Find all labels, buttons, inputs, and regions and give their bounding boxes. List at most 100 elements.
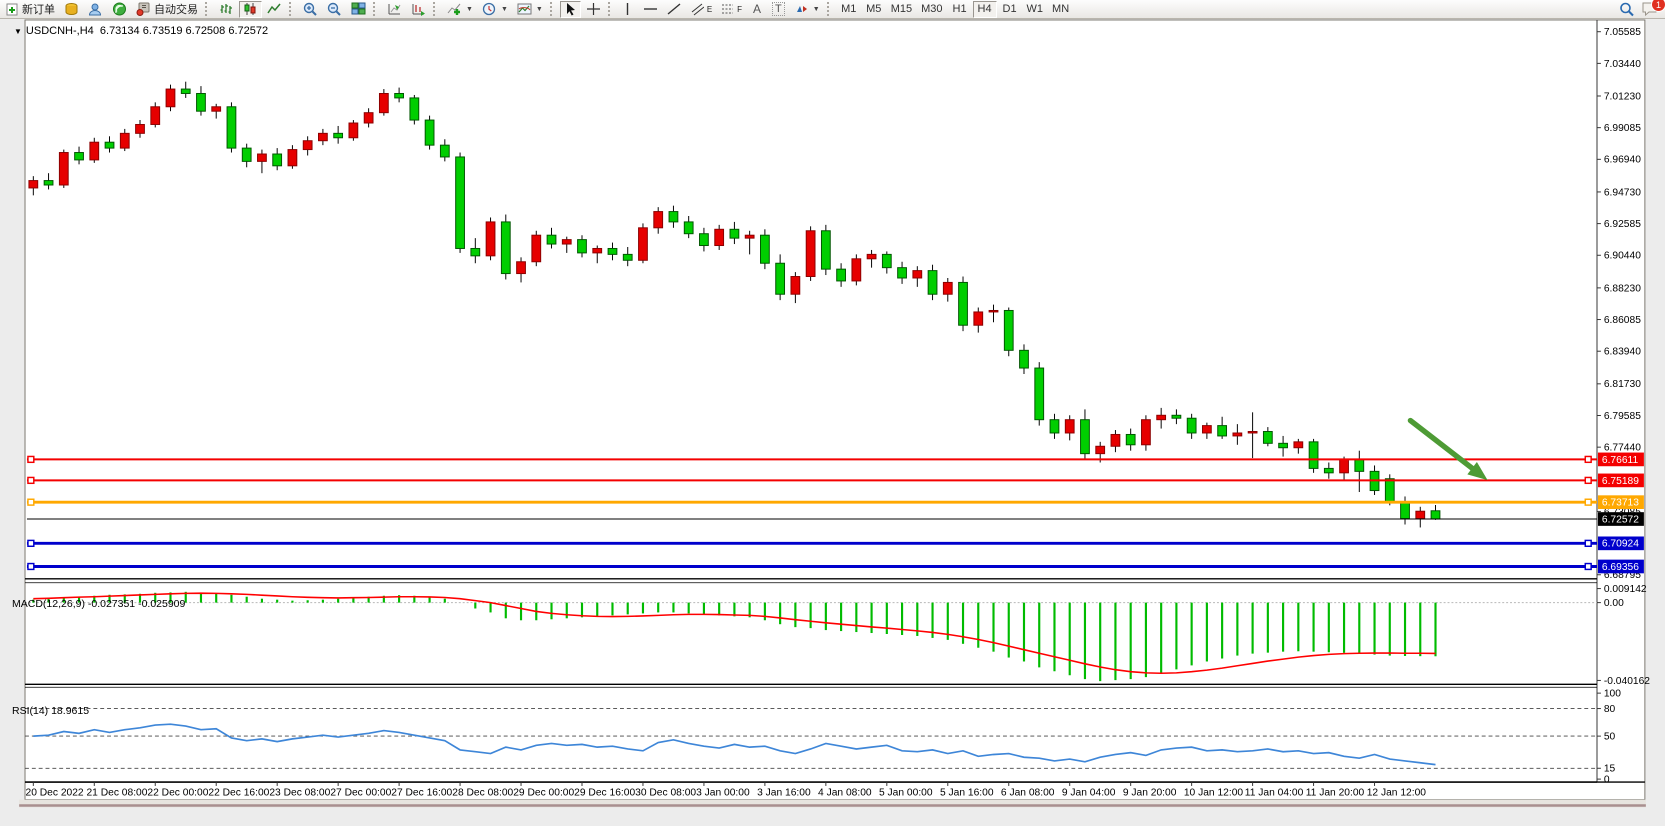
price-tick-label: 7.03440 bbox=[1604, 59, 1641, 70]
line-handle[interactable] bbox=[28, 499, 34, 505]
timeframe-m15[interactable]: M15 bbox=[887, 1, 916, 18]
candle bbox=[1279, 443, 1288, 447]
candle bbox=[623, 254, 632, 260]
candle bbox=[974, 312, 983, 325]
text-label-tool-button[interactable]: T bbox=[768, 1, 789, 18]
fibonacci-tool-button[interactable]: F bbox=[717, 1, 746, 18]
chart-dropdown-icon[interactable]: ▼ bbox=[14, 27, 22, 36]
chart-title-bar: ▼USDCNH-,H4 6.73134 6.73519 6.72508 6.72… bbox=[14, 25, 268, 37]
price-tick-label: 6.99085 bbox=[1604, 123, 1641, 134]
candle bbox=[120, 133, 129, 148]
candle bbox=[928, 271, 937, 295]
hline-tool-button[interactable] bbox=[639, 1, 662, 18]
charts-stack-icon bbox=[64, 2, 79, 16]
candle bbox=[1401, 502, 1410, 518]
price-tag-label: 6.76611 bbox=[1602, 455, 1639, 466]
timeframe-h4[interactable]: H4 bbox=[973, 1, 997, 18]
auto-scroll-icon bbox=[411, 2, 426, 16]
line-chart-button[interactable] bbox=[263, 1, 286, 18]
notifications-button[interactable]: 1 bbox=[1641, 1, 1659, 17]
candle bbox=[395, 93, 404, 97]
line-handle[interactable] bbox=[1585, 456, 1591, 462]
candlestick-chart-button[interactable] bbox=[239, 1, 262, 18]
candle bbox=[669, 212, 678, 222]
price-tick-label: 6.92585 bbox=[1604, 219, 1641, 230]
auto-trading-button[interactable]: 自动交易 bbox=[132, 1, 202, 18]
auto-scroll-button[interactable] bbox=[407, 1, 430, 18]
arrows-tool-button[interactable]: ▼ bbox=[790, 1, 824, 18]
vline-tool-button[interactable] bbox=[618, 1, 638, 18]
price-tick-label: 6.96940 bbox=[1604, 155, 1641, 166]
zoom-out-button[interactable] bbox=[323, 1, 346, 18]
search-icon[interactable] bbox=[1619, 2, 1635, 17]
charts-stack-button[interactable] bbox=[60, 1, 83, 18]
timeframe-m30[interactable]: M30 bbox=[917, 1, 946, 18]
date-tick-label: 5 Jan 00:00 bbox=[879, 788, 933, 799]
candle bbox=[1324, 468, 1333, 472]
line-handle[interactable] bbox=[1585, 564, 1591, 570]
crosshair-tool-button[interactable] bbox=[582, 1, 605, 18]
candle bbox=[75, 153, 84, 160]
templates-button[interactable]: ▼ bbox=[513, 1, 547, 18]
macd-indicator-label: MACD(12,26,9) -0.027351 -0.025909 bbox=[12, 598, 185, 610]
price-tick-label: 6.94730 bbox=[1604, 187, 1641, 198]
line-handle[interactable] bbox=[28, 564, 34, 570]
candle bbox=[1004, 310, 1013, 350]
candle bbox=[364, 113, 373, 123]
candle bbox=[730, 229, 739, 238]
clock-icon bbox=[482, 2, 497, 16]
trendline-tool-button[interactable] bbox=[663, 1, 686, 18]
date-tick-label: 29 Dec 00:00 bbox=[513, 788, 574, 799]
candle bbox=[517, 262, 526, 274]
indicators-button[interactable]: ▼ bbox=[443, 1, 477, 18]
candle bbox=[776, 263, 785, 294]
new-order-button[interactable]: 新订单 bbox=[2, 1, 59, 18]
candle bbox=[29, 181, 38, 188]
date-tick-label: 11 Jan 04:00 bbox=[1245, 788, 1304, 799]
timeframe-w1[interactable]: W1 bbox=[1023, 1, 1048, 18]
periods-button[interactable]: ▼ bbox=[478, 1, 512, 18]
auto-trading-label: 自动交易 bbox=[154, 1, 198, 17]
tile-windows-icon bbox=[351, 2, 366, 16]
timeframe-h1[interactable]: H1 bbox=[948, 1, 972, 18]
line-handle[interactable] bbox=[1585, 477, 1591, 483]
line-handle[interactable] bbox=[1585, 499, 1591, 505]
timeframe-mn[interactable]: MN bbox=[1048, 1, 1073, 18]
price-tag-label: 6.70924 bbox=[1602, 539, 1639, 550]
candle bbox=[379, 93, 388, 112]
candle bbox=[562, 240, 571, 244]
zoom-in-button[interactable] bbox=[299, 1, 322, 18]
macd-tick-label: -0.040162 bbox=[1604, 676, 1650, 687]
text-tool-button[interactable]: A bbox=[747, 1, 767, 18]
candle bbox=[1020, 350, 1029, 368]
line-handle[interactable] bbox=[28, 456, 34, 462]
candle bbox=[593, 248, 602, 252]
profile-button[interactable] bbox=[84, 1, 107, 18]
horizontal-line-icon bbox=[643, 2, 658, 16]
channel-tool-button[interactable]: E bbox=[687, 1, 716, 18]
date-tick-label: 12 Jan 12:00 bbox=[1367, 788, 1427, 799]
line-handle[interactable] bbox=[28, 477, 34, 483]
chart-canvas[interactable]: 7.055857.034407.012306.990856.969406.947… bbox=[0, 19, 1665, 826]
candle bbox=[1172, 415, 1181, 418]
tile-windows-button[interactable] bbox=[347, 1, 370, 18]
line-handle[interactable] bbox=[1585, 540, 1591, 546]
line-handle[interactable] bbox=[28, 540, 34, 546]
timeframe-m1[interactable]: M1 bbox=[837, 1, 861, 18]
candle bbox=[501, 222, 510, 274]
candle bbox=[1050, 420, 1059, 433]
cursor-tool-button[interactable] bbox=[560, 1, 581, 18]
timeframe-m5[interactable]: M5 bbox=[862, 1, 886, 18]
bar-chart-button[interactable] bbox=[215, 1, 238, 18]
chart-shift-button[interactable] bbox=[383, 1, 406, 18]
candle bbox=[151, 107, 160, 125]
candle bbox=[212, 107, 221, 111]
candle bbox=[456, 157, 465, 249]
line-chart-icon bbox=[267, 2, 282, 16]
candle bbox=[989, 310, 998, 311]
candle bbox=[90, 142, 99, 160]
candle bbox=[425, 120, 434, 145]
signal-icon bbox=[112, 2, 127, 16]
signal-button[interactable] bbox=[108, 1, 131, 18]
timeframe-d1[interactable]: D1 bbox=[998, 1, 1022, 18]
